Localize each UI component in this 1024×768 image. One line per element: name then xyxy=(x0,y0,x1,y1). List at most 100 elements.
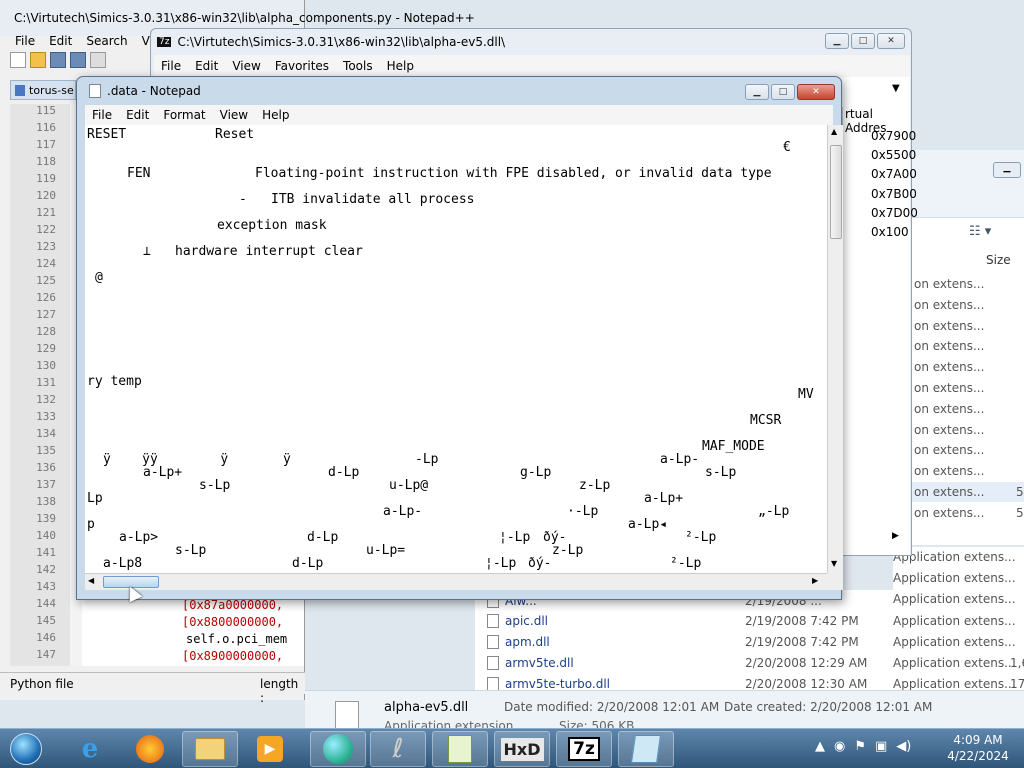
npp-menu-edit[interactable]: Edit xyxy=(42,34,79,48)
file-type: Application extens... xyxy=(893,634,1016,649)
notepad-icon xyxy=(89,84,101,98)
taskbar-hxd[interactable]: HxD xyxy=(494,731,550,767)
sz-menu-favorites[interactable]: Favorites xyxy=(268,59,336,73)
explorer-minimize-button[interactable]: ▁ xyxy=(993,162,1021,178)
close-file-icon[interactable] xyxy=(90,52,106,68)
taskbar-7zip[interactable]: 7z xyxy=(556,731,612,767)
notepad-text-area[interactable]: RESET Reset € FEN Floating-point instruc… xyxy=(85,125,827,573)
display-icon[interactable]: ▣ xyxy=(875,739,887,754)
taskbar-firefox[interactable] xyxy=(122,731,178,767)
line-number: 122 xyxy=(36,223,56,236)
text-fragment: a-Lp+ xyxy=(644,491,684,506)
file-name: apm.dll xyxy=(505,634,550,649)
file-row[interactable]: apm.dll 2/19/2008 7:42 PM Application ex… xyxy=(475,631,1024,652)
np-menu-file[interactable]: File xyxy=(85,108,119,122)
details-modified: Date modified: 2/20/2008 12:01 AM xyxy=(504,700,720,714)
minimize-button[interactable]: ▁ xyxy=(745,84,769,100)
notepadpp-tab[interactable]: torus-se xyxy=(10,80,76,100)
clock[interactable]: 4:09 AM 4/22/2024 xyxy=(940,732,1016,764)
np-menu-format[interactable]: Format xyxy=(156,108,212,122)
dropdown-arrow-icon[interactable]: ▼ xyxy=(892,83,900,94)
file-row[interactable]: apic.dll 2/19/2008 7:42 PM Application e… xyxy=(475,610,1024,631)
file-name: armv5te.dll xyxy=(505,655,574,670)
line-number: 128 xyxy=(36,325,56,338)
text-fragment: ry temp xyxy=(87,374,142,389)
sz-menu-edit[interactable]: Edit xyxy=(188,59,225,73)
np-menu-help[interactable]: Help xyxy=(255,108,296,122)
npp-menu-file[interactable]: File xyxy=(8,34,42,48)
file-size: 5,94 xyxy=(1016,505,1024,520)
line-number: 146 xyxy=(36,631,56,644)
np-menu-view[interactable]: View xyxy=(213,108,255,122)
maximize-button[interactable]: □ xyxy=(851,33,875,49)
file-date: 2/19/2008 7:42 PM xyxy=(745,613,859,628)
show-hidden-icons-icon[interactable]: ▲ xyxy=(815,739,825,754)
save-file-icon[interactable] xyxy=(50,52,66,68)
text-fragment: d-Lp xyxy=(292,556,324,571)
line-number: 144 xyxy=(36,597,56,610)
size-column-header[interactable]: Size xyxy=(986,253,1011,267)
horizontal-scrollbar[interactable]: ◀ ▶ xyxy=(85,573,827,590)
taskbar-notepad[interactable] xyxy=(618,731,674,767)
scroll-down-icon[interactable]: ▼ xyxy=(831,559,837,568)
np-menu-edit[interactable]: Edit xyxy=(119,108,156,122)
close-button[interactable]: ✕ xyxy=(877,33,905,49)
notepad-title: .data - Notepad xyxy=(107,84,201,98)
sz-menu-help[interactable]: Help xyxy=(380,59,421,73)
flag-icon[interactable]: ⚑ xyxy=(854,739,866,754)
text-fragment: a-Lp◂ xyxy=(628,517,668,532)
taskbar-notepadpp[interactable] xyxy=(432,731,488,767)
virtual-address-cell: 0x100 xyxy=(871,225,909,239)
sz-menu-tools[interactable]: Tools xyxy=(336,59,380,73)
file-row[interactable]: armv5te.dll 2/20/2008 12:29 AM Applicati… xyxy=(475,652,1024,673)
volume-icon[interactable]: ◀) xyxy=(896,739,911,754)
view-options-icon[interactable]: ☷ ▾ xyxy=(969,224,991,239)
taskbar-app-teal[interactable] xyxy=(310,731,366,767)
line-number: 126 xyxy=(36,291,56,304)
explorer-details-pane: alpha-ev5.dll Application extension Date… xyxy=(305,690,1024,733)
text-fragment: ITB invalidate all process xyxy=(271,192,475,207)
text-fragment: „-Lp xyxy=(758,504,790,519)
scroll-right-icon[interactable]: ▶ xyxy=(892,531,899,541)
save-all-icon[interactable] xyxy=(70,52,86,68)
taskbar-media[interactable]: ▶ xyxy=(242,731,298,767)
line-number: 138 xyxy=(36,495,56,508)
text-fragment: exception mask xyxy=(217,218,327,233)
file-size: 50 xyxy=(1016,485,1024,499)
file-name: apic.dll xyxy=(505,613,549,628)
scroll-left-icon[interactable]: ◀ xyxy=(88,576,94,585)
text-fragment: € xyxy=(783,140,791,155)
text-fragment: a-Lp> xyxy=(119,530,159,545)
sz-menu-file[interactable]: File xyxy=(154,59,188,73)
minimize-button[interactable]: ▁ xyxy=(825,33,849,49)
line-number: 141 xyxy=(36,546,56,559)
dll-file-icon xyxy=(487,676,499,691)
taskbar-app-script[interactable]: ℓ xyxy=(370,731,426,767)
network-badge-icon[interactable]: ◉ xyxy=(834,739,845,754)
text-fragment: u-Lp@ xyxy=(389,478,429,493)
clock-time: 4:09 AM xyxy=(953,733,1003,747)
text-fragment: s-Lp xyxy=(705,465,737,480)
vertical-scrollbar[interactable]: ▲ ▼ xyxy=(827,125,843,573)
line-number: 125 xyxy=(36,274,56,287)
taskbar-explorer[interactable] xyxy=(182,731,238,767)
notepadpp-statusbar: Python file length : xyxy=(0,672,305,705)
apptype-column-top: Application extens... xyxy=(893,592,1024,610)
close-button[interactable]: ✕ xyxy=(797,84,835,100)
taskbar-ie[interactable]: e xyxy=(62,731,118,767)
start-button[interactable] xyxy=(2,731,50,767)
line-number: 139 xyxy=(36,512,56,525)
notepadpp-toolbar xyxy=(10,52,150,72)
new-file-icon[interactable] xyxy=(10,52,26,68)
line-number: 115 xyxy=(36,104,56,117)
sz-menu-view[interactable]: View xyxy=(225,59,267,73)
open-file-icon[interactable] xyxy=(30,52,46,68)
maximize-button[interactable]: □ xyxy=(771,84,795,100)
apptype-column-upper: Application extens... Application extens… xyxy=(893,547,1024,592)
npp-menu-search[interactable]: Search xyxy=(79,34,134,48)
text-fragment: -Lp xyxy=(415,452,439,467)
scroll-right-icon[interactable]: ▶ xyxy=(812,576,818,585)
vertical-scroll-thumb[interactable] xyxy=(830,145,842,239)
scroll-up-icon[interactable]: ▲ xyxy=(831,127,837,136)
text-fragment: a-Lp+ xyxy=(143,465,183,480)
